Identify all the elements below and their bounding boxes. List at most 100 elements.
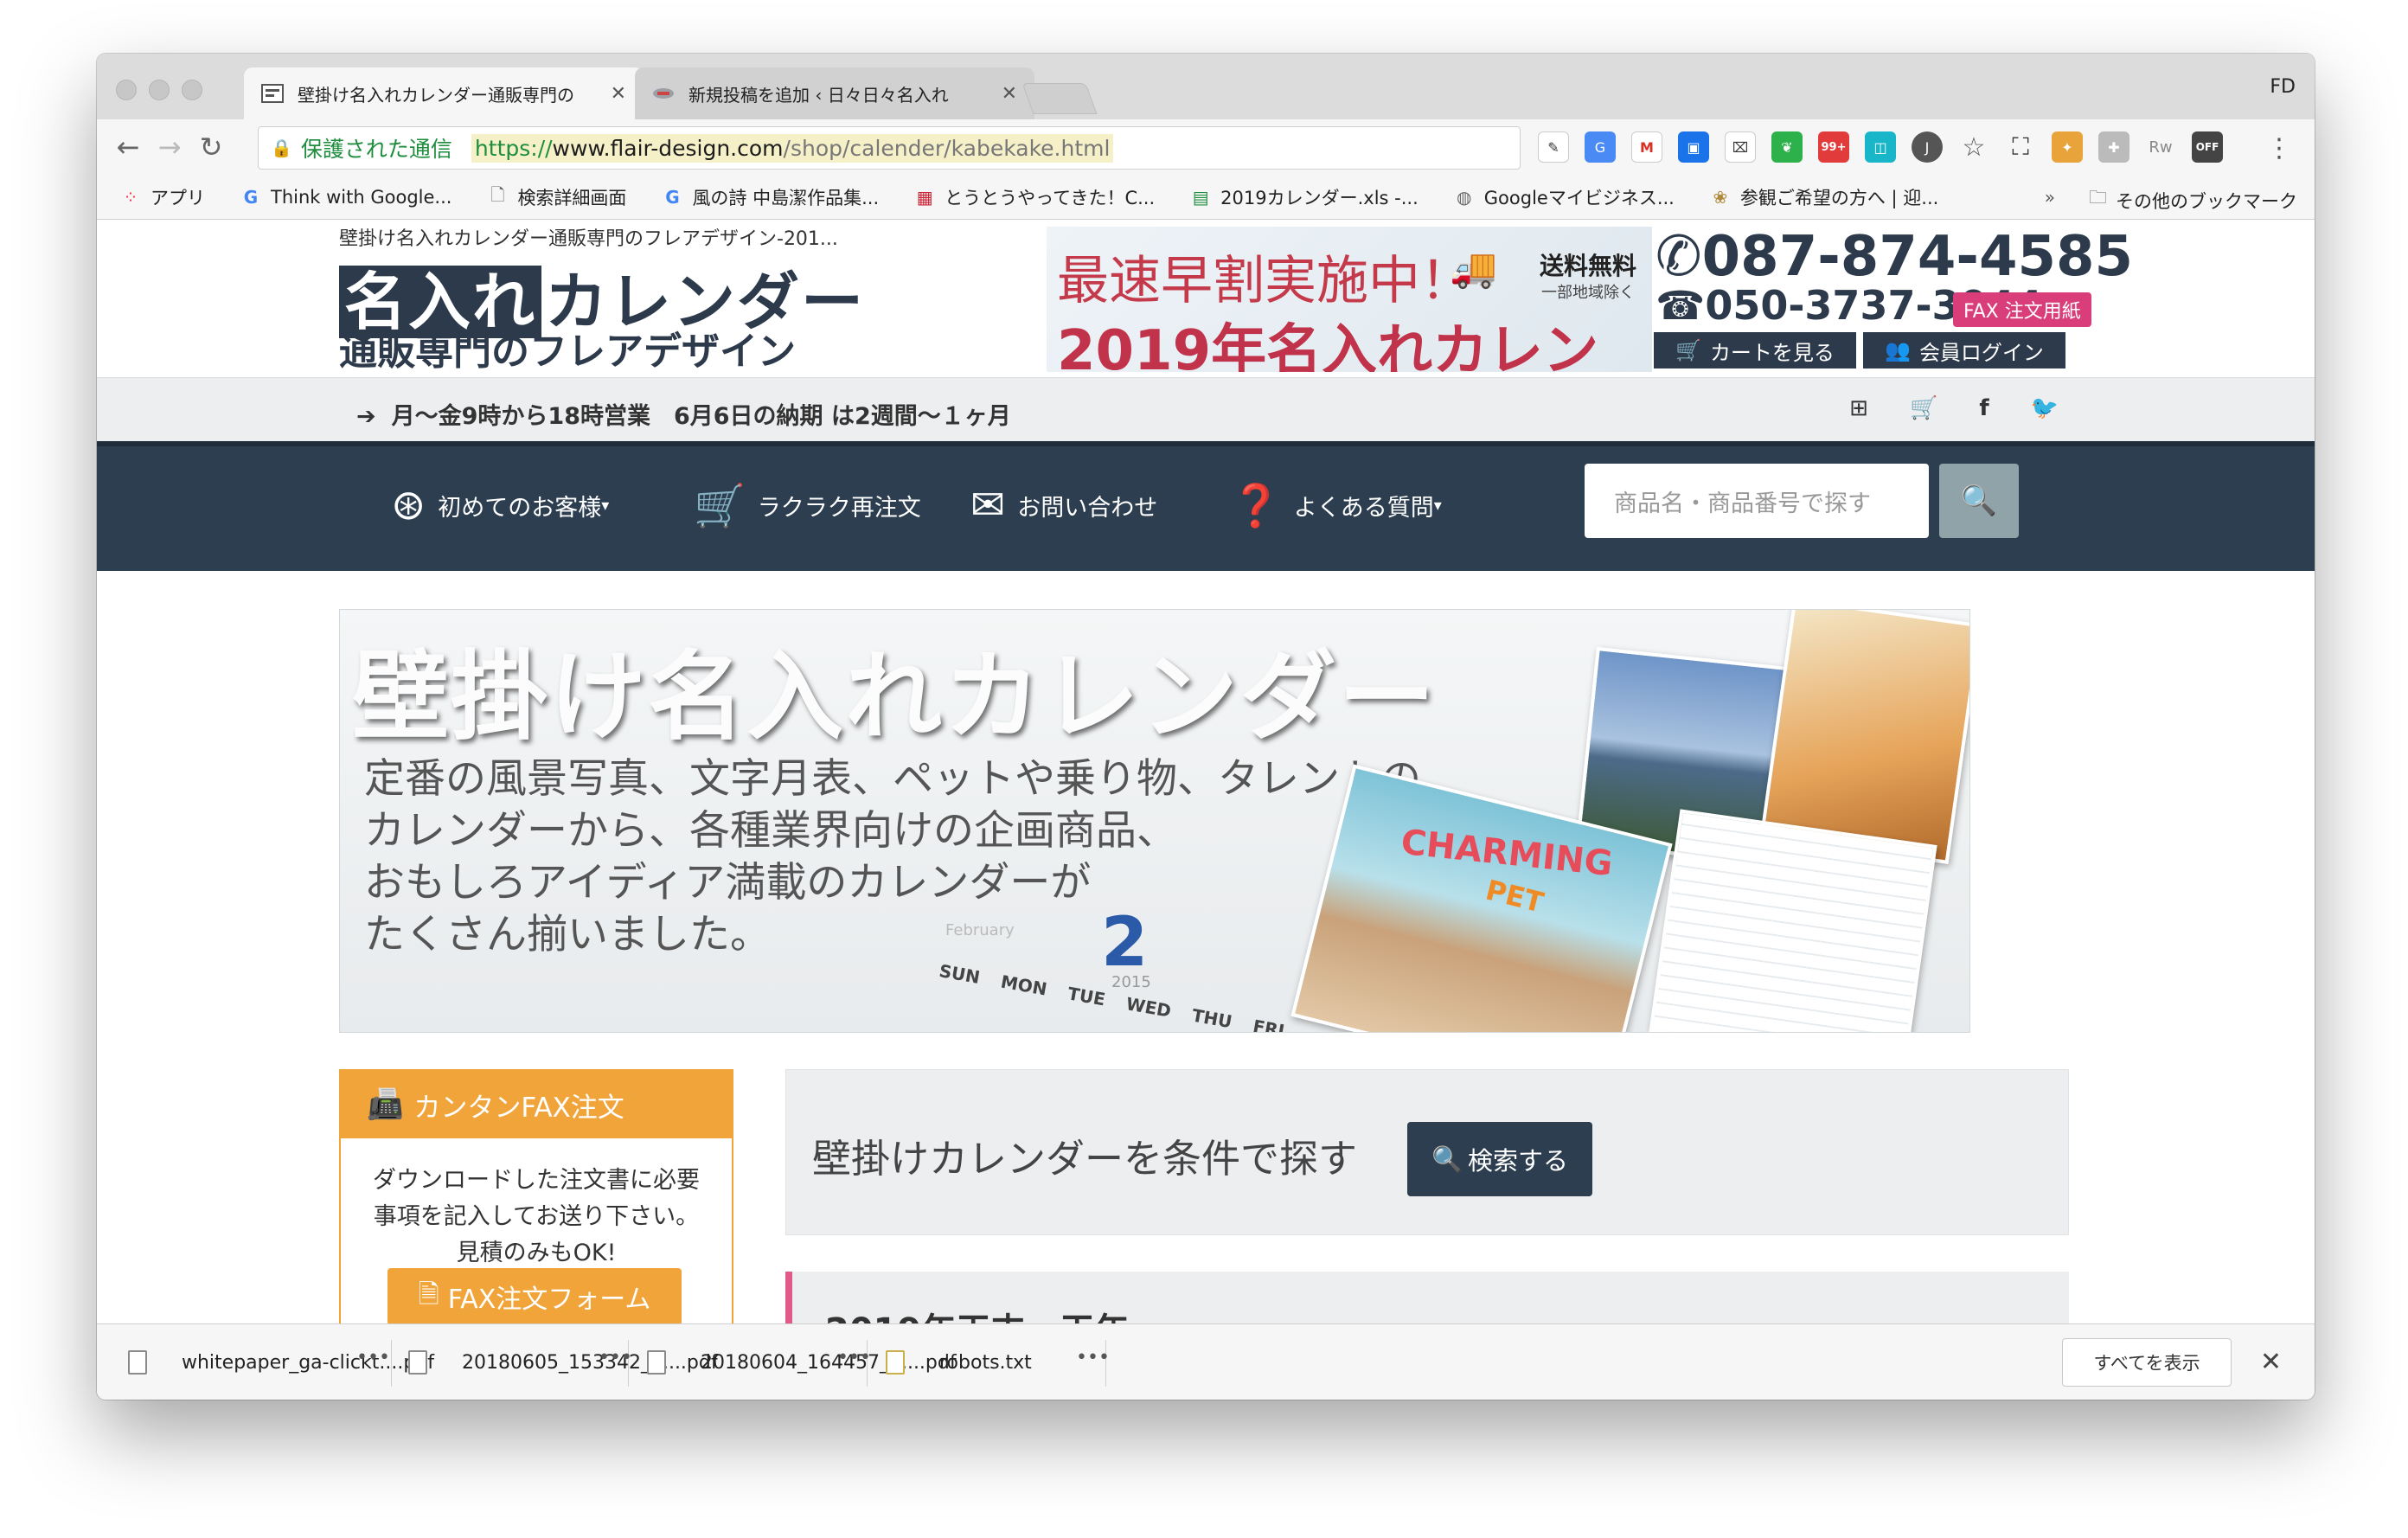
search-button[interactable]: 🔍: [1939, 464, 2019, 538]
download-filename: robots.txt: [939, 1351, 1032, 1374]
question-circle-icon: ❓: [1230, 482, 1282, 530]
close-downloads-icon[interactable]: ✕: [2260, 1347, 2282, 1377]
bookmark-label: 風の詩 中島潔作品集...: [692, 187, 880, 208]
tab-close-icon[interactable]: ✕: [611, 83, 626, 105]
other-bookmarks[interactable]: 🗀 その他のブックマーク: [2089, 185, 2297, 215]
screenshot-extension-icon[interactable]: ◫: [1865, 131, 1896, 163]
pdf-file-icon: [128, 1350, 147, 1375]
nav-contact[interactable]: ✉ お問い合わせ: [970, 481, 1157, 529]
close-window-icon[interactable]: [116, 80, 137, 100]
phone-text: 087-874-4585: [1701, 225, 2134, 289]
new-tab-button[interactable]: [1021, 83, 1098, 114]
page-icon: 🗋: [490, 183, 505, 205]
free-shipping-note: 一部地域除く: [1541, 284, 1635, 302]
cart-button[interactable]: 🛒 カートを見る: [1654, 332, 1856, 368]
facebook-icon[interactable]: f: [1979, 395, 1989, 421]
bookmarks-overflow-icon[interactable]: »: [2045, 187, 2055, 208]
fox-extension-icon[interactable]: ✦: [2052, 131, 2083, 163]
tab-close-icon[interactable]: ✕: [1002, 83, 1017, 105]
bookmark-kaze-no-uta[interactable]: G 風の詩 中島潔作品集...: [661, 184, 879, 210]
tab-calendar-page[interactable]: 壁掛け名入れカレンダー通販専門の ✕: [244, 67, 644, 119]
promo-headline: 最速早割実施中！: [1057, 251, 1472, 311]
bookmark-star-icon[interactable]: ☆: [1958, 131, 1989, 163]
clipboard-extension-icon[interactable]: ⌧: [1725, 131, 1756, 163]
minimize-window-icon[interactable]: [149, 80, 170, 100]
download-menu-icon[interactable]: •••: [599, 1347, 632, 1368]
sheets-icon: ▤: [1192, 186, 1209, 208]
fax-order-title: カンタンFAX注文: [413, 1092, 624, 1124]
hero-line: たくさん揃いました。: [364, 911, 771, 958]
twitter-icon[interactable]: 🐦: [2031, 395, 2059, 421]
member-login-button[interactable]: 👥 会員ログイン: [1863, 332, 2065, 368]
globe-icon: ◍: [1457, 186, 1472, 208]
download-menu-icon[interactable]: •••: [1076, 1347, 1110, 1368]
product-search-input[interactable]: 商品名・商品番号で探す: [1585, 464, 1929, 538]
tab-new-post[interactable]: 新規投稿を追加 ‹ 日々日々名入れ ✕: [635, 67, 1034, 119]
bookmark-calendar-xls[interactable]: ▤ 2019カレンダー.xls -...: [1189, 184, 1419, 210]
bookmark-apps[interactable]: ⁘ アプリ: [119, 184, 205, 210]
forward-arrow-icon[interactable]: →: [152, 130, 187, 164]
translate-extension-icon[interactable]: G: [1585, 131, 1616, 163]
reload-icon[interactable]: ↻: [194, 130, 228, 164]
calendar-extension-icon[interactable]: ▣: [1678, 131, 1709, 163]
bookmark-label: 検索詳細画面: [517, 187, 627, 208]
hero-line: カレンダーから、各種業界向けの企画商品、: [364, 807, 1177, 855]
puzzle-extension-icon[interactable]: ✚: [2098, 131, 2129, 163]
notification-badge-icon[interactable]: 99+: [1818, 131, 1849, 163]
bookmark-google-my-business[interactable]: ◍ Googleマイビジネス...: [1453, 184, 1675, 210]
cart-icon[interactable]: 🛒: [1910, 395, 1937, 421]
off-extension-icon[interactable]: OFF: [2192, 131, 2223, 163]
sitemap-icon[interactable]: ⊞: [1849, 395, 1868, 421]
apps-grid-icon: ⁘: [123, 186, 138, 208]
fullscreen-extension-icon[interactable]: ⛶: [2005, 131, 2036, 163]
jp-extension-icon[interactable]: J: [1912, 131, 1943, 163]
pet-calendar-title: CHARMING: [1399, 822, 1615, 885]
nav-faq[interactable]: ❓ よくある質問 ▾: [1230, 481, 1442, 530]
address-bar[interactable]: 🔒 保護された通信 https://www.flair-design.com/s…: [258, 126, 1521, 170]
site-tagline: 壁掛け名入れカレンダー通販専門のフレアデザイン-201...: [339, 228, 838, 250]
download-item[interactable]: robots.txt: [886, 1324, 1032, 1400]
tab-title: 壁掛け名入れカレンダー通販専門の: [298, 84, 574, 106]
phone-icon: ✆: [1656, 225, 1702, 289]
condition-search-button-label: 検索する: [1468, 1146, 1569, 1176]
show-all-downloads-button[interactable]: すべてを表示: [2062, 1338, 2232, 1387]
bookmark-label: とうとうやってきた！C...: [945, 187, 1156, 208]
url-text: https://www.flair-design.com/shop/calend…: [471, 133, 1114, 163]
download-menu-icon[interactable]: •••: [837, 1347, 871, 1368]
bookmark-think-with-google[interactable]: G Think with Google...: [240, 186, 452, 208]
zoom-window-icon[interactable]: [182, 80, 202, 100]
phone-number[interactable]: ✆087-874-4585: [1656, 225, 2133, 289]
divider: [391, 1340, 392, 1387]
nav-reorder[interactable]: 🛒 ラクラク再注文: [694, 481, 921, 530]
promo-banner[interactable]: 最速早割実施中！ 🚚 送料無料 一部地域除く 2019年名入れカレンダー: [1047, 227, 1652, 372]
pen-extension-icon[interactable]: ✎: [1538, 131, 1569, 163]
gmail-extension-icon[interactable]: M: [1631, 131, 1662, 163]
envelope-icon: ✉: [970, 481, 1006, 529]
nav-label: よくある質問: [1293, 495, 1434, 522]
condition-search-button[interactable]: 🔍 検索する: [1407, 1122, 1592, 1196]
condition-search-panel: 壁掛けカレンダーを条件で探す 🔍 検索する: [785, 1069, 2069, 1235]
calendar-year: 2015: [1111, 973, 1151, 991]
bookmark-toutou[interactable]: ▦ とうとうやってきた！C...: [913, 184, 1155, 210]
browser-window: 壁掛け名入れカレンダー通販専門の ✕ 新規投稿を追加 ‹ 日々日々名入れ ✕ F…: [97, 54, 2315, 1400]
main-navbar: ⊛ 初めてのお客様 ▾ 🛒 ラクラク再注文 ✉ お問い合わせ ❓ よくある質問 ▾ 商品名・…: [97, 441, 2315, 571]
bookmark-search-detail[interactable]: 🗋 検索詳細画面: [486, 184, 626, 210]
fax-form-button[interactable]: 🗎 FAX注文フォーム: [387, 1268, 682, 1323]
evernote-extension-icon[interactable]: ❦: [1771, 131, 1803, 163]
back-arrow-icon[interactable]: ←: [111, 130, 145, 164]
cart-icon: 🛒: [1675, 338, 1701, 362]
fax-order-sheet-link[interactable]: FAX 注文用紙: [1953, 292, 2091, 327]
bookmark-visit[interactable]: ❀ 参観ご希望の方へ | 迎...: [1709, 184, 1938, 210]
download-menu-icon[interactable]: •••: [356, 1347, 390, 1368]
nav-first-time[interactable]: ⊛ 初めてのお客様 ▾: [391, 481, 609, 529]
browser-menu-icon[interactable]: ⋮: [2266, 133, 2292, 163]
rw-extension-icon[interactable]: Rw: [2145, 131, 2176, 163]
lifebuoy-icon: ⊛: [391, 481, 426, 529]
info-bar: ➔ 月〜金9時から18時営業 6月6日の納期 は2週間〜１ヶ月 ⊞ 🛒 f 🐦: [97, 377, 2315, 441]
text-file-icon: [886, 1350, 905, 1375]
bookmark-label: 2019カレンダー.xls -...: [1220, 187, 1419, 208]
site-header: 壁掛け名入れカレンダー通販専門のフレアデザイン-201... 名入れ カレンダー …: [97, 220, 2315, 377]
bookmark-label: Googleマイビジネス...: [1483, 187, 1675, 208]
downloads-bar: whitepaper_ga-clickt....pdf 20180605_153…: [97, 1323, 2315, 1400]
profile-label[interactable]: FD: [2270, 76, 2296, 98]
